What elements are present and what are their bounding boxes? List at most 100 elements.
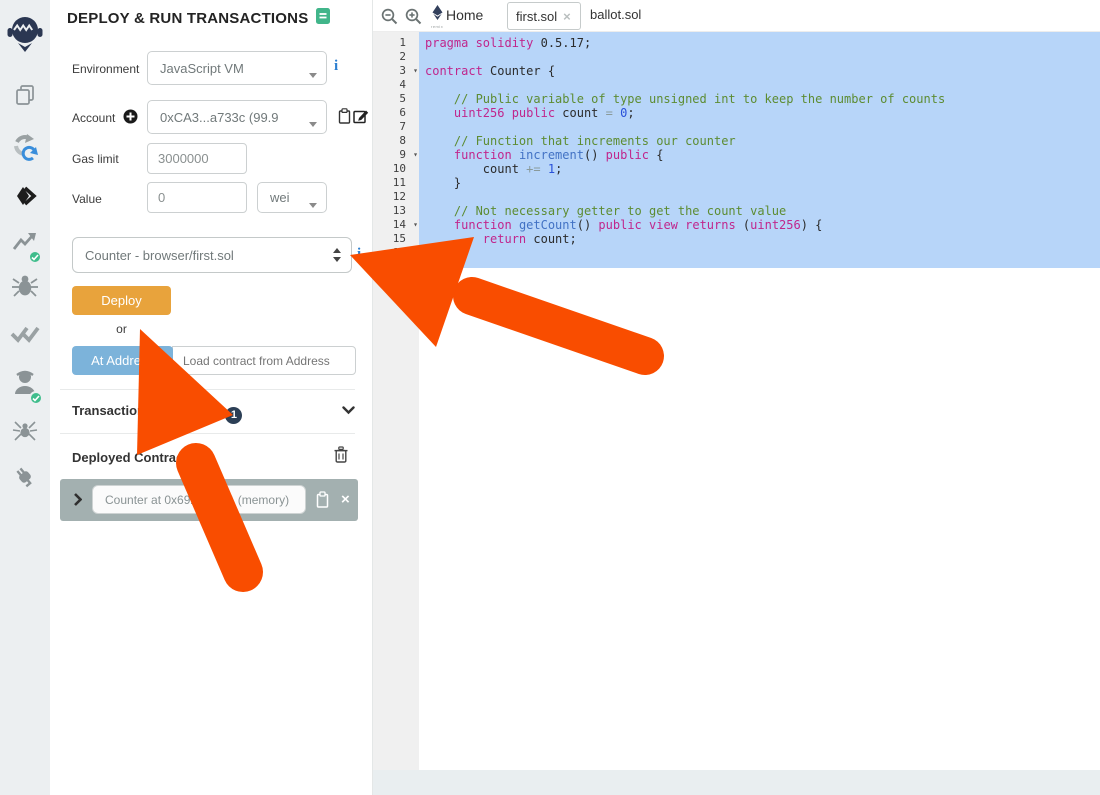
environment-info-icon[interactable]: i [334, 59, 338, 74]
home-tab-ethereum-icon: remix [431, 5, 443, 28]
account-select[interactable]: 0xCA3...a733c (99.9 [147, 100, 327, 134]
chevron-down-icon [309, 115, 317, 130]
code-line: } [425, 246, 1100, 260]
line-number[interactable]: 1 [373, 36, 419, 50]
add-account-icon[interactable] [123, 109, 138, 129]
code-line: function getCount() public view returns … [425, 218, 1100, 232]
environment-label: Environment [72, 62, 139, 76]
divider [60, 433, 355, 434]
fold-arrow-icon[interactable]: ▾ [413, 148, 418, 162]
line-number[interactable]: 8 [373, 134, 419, 148]
fold-arrow-icon[interactable]: ▾ [413, 218, 418, 232]
instance-title-button[interactable]: Counter at 0x692...77bA (memory) [92, 485, 306, 514]
line-number[interactable]: 14▾ [373, 218, 419, 232]
deployed-contracts-title: Deployed Contracts [72, 450, 195, 465]
line-number[interactable]: 6 [373, 106, 419, 120]
sync-swap-icon[interactable] [11, 134, 39, 169]
active-check-badge [29, 391, 43, 405]
code-line: // Public variable of type unsigned int … [425, 92, 1100, 106]
environment-value: JavaScript VM [160, 61, 244, 76]
zoom-out-icon[interactable] [381, 8, 398, 30]
line-number[interactable]: 9▾ [373, 148, 419, 162]
code-line [425, 50, 1100, 64]
transactions-recorded-label: Transactions recorded: [72, 403, 216, 418]
deploy-run-icon[interactable] [12, 231, 38, 260]
remix-logo[interactable] [7, 15, 43, 58]
account-value: 0xCA3...a733c (99.9 [160, 110, 279, 125]
code-line: count += 1; [425, 162, 1100, 176]
line-number[interactable]: 7 [373, 120, 419, 134]
deployed-contract-instance: Counter at 0x692...77bA (memory) × [60, 479, 358, 521]
clear-instances-trash-icon[interactable] [334, 446, 348, 468]
code-line: return count; [425, 232, 1100, 246]
line-number[interactable]: 13 [373, 204, 419, 218]
page-title: DEPLOY & RUN TRANSACTIONS [67, 8, 330, 28]
code-line [425, 78, 1100, 92]
contract-select[interactable]: Counter - browser/first.sol [72, 237, 352, 273]
collapse-chevron-icon[interactable] [342, 402, 355, 420]
editor-area: remix Home first.sol × ballot.sol 123▾45… [373, 0, 1100, 795]
code-line [425, 190, 1100, 204]
docs-book-icon[interactable] [316, 8, 330, 28]
tab-label: first.sol [516, 9, 557, 24]
sign-message-pencil-icon[interactable] [353, 108, 369, 129]
line-number[interactable]: 10 [373, 162, 419, 176]
file-explorer-icon[interactable] [14, 84, 36, 111]
line-number[interactable]: 4 [373, 78, 419, 92]
gas-limit-input[interactable] [147, 143, 247, 174]
tab-first-sol[interactable]: first.sol × [507, 2, 581, 30]
editor-gutter: 123▾456789▾1011121314▾1516 [373, 32, 419, 770]
code-line: pragma solidity 0.5.17; [425, 36, 1100, 50]
editor-code-column: pragma solidity 0.5.17; contract Counter … [419, 32, 1100, 770]
deploy-run-panel: DEPLOY & RUN TRANSACTIONS Environment Ja… [50, 0, 373, 795]
gas-limit-label: Gas limit [72, 152, 119, 166]
contract-value: Counter - browser/first.sol [85, 248, 234, 263]
icon-rail [0, 0, 50, 795]
line-number[interactable]: 5 [373, 92, 419, 106]
environment-select[interactable]: JavaScript VM [147, 51, 327, 85]
code-line [425, 120, 1100, 134]
debugger-bug-icon[interactable] [12, 273, 38, 304]
code-line: contract Counter { [425, 64, 1100, 78]
at-address-button[interactable]: At Address [72, 346, 173, 375]
close-icon[interactable]: × [563, 9, 571, 24]
line-number[interactable]: 15 [373, 232, 419, 246]
code-line: function increment() public { [425, 148, 1100, 162]
chevron-down-icon [309, 196, 317, 211]
line-number[interactable]: 3▾ [373, 64, 419, 78]
tab-home[interactable]: Home [446, 7, 483, 23]
spider-icon[interactable] [12, 418, 38, 449]
remove-instance-icon[interactable]: × [341, 492, 350, 507]
code-editor[interactable]: 123▾456789▾1011121314▾1516 pragma solidi… [373, 32, 1100, 770]
or-label: or [72, 322, 171, 336]
solidity-compiler-icon[interactable] [13, 186, 37, 213]
code-line: uint256 public count = 0; [425, 106, 1100, 120]
expand-chevron-icon[interactable] [74, 493, 82, 511]
unit-testing-icon[interactable] [11, 368, 39, 401]
line-number[interactable]: 16 [373, 246, 419, 260]
deploy-button[interactable]: Deploy [72, 286, 171, 315]
zoom-in-icon[interactable] [405, 8, 422, 30]
code-selection-region: pragma solidity 0.5.17; contract Counter … [419, 32, 1100, 268]
line-number[interactable]: 11 [373, 176, 419, 190]
divider [60, 389, 355, 390]
static-analysis-icon[interactable] [10, 324, 40, 349]
account-label: Account [72, 111, 115, 125]
copy-account-icon[interactable] [338, 108, 351, 129]
code-line: // Function that increments our counter [425, 134, 1100, 148]
at-address-input[interactable] [172, 346, 356, 375]
terminal-collapsed-bar[interactable] [373, 770, 1100, 795]
line-number[interactable]: 2 [373, 50, 419, 64]
value-label: Value [72, 192, 102, 206]
value-unit-select[interactable]: wei [257, 182, 327, 213]
tab-ballot-sol[interactable]: ballot.sol [590, 7, 641, 22]
active-check-badge [28, 250, 42, 264]
value-input[interactable] [147, 182, 247, 213]
editor-tabbar: remix Home first.sol × ballot.sol [373, 0, 1100, 32]
copy-instance-icon[interactable] [316, 491, 329, 513]
contract-info-icon[interactable]: i [357, 247, 361, 262]
line-number[interactable]: 12 [373, 190, 419, 204]
fold-arrow-icon[interactable]: ▾ [413, 64, 418, 78]
plugin-manager-icon[interactable] [12, 464, 38, 495]
value-unit: wei [270, 190, 290, 205]
